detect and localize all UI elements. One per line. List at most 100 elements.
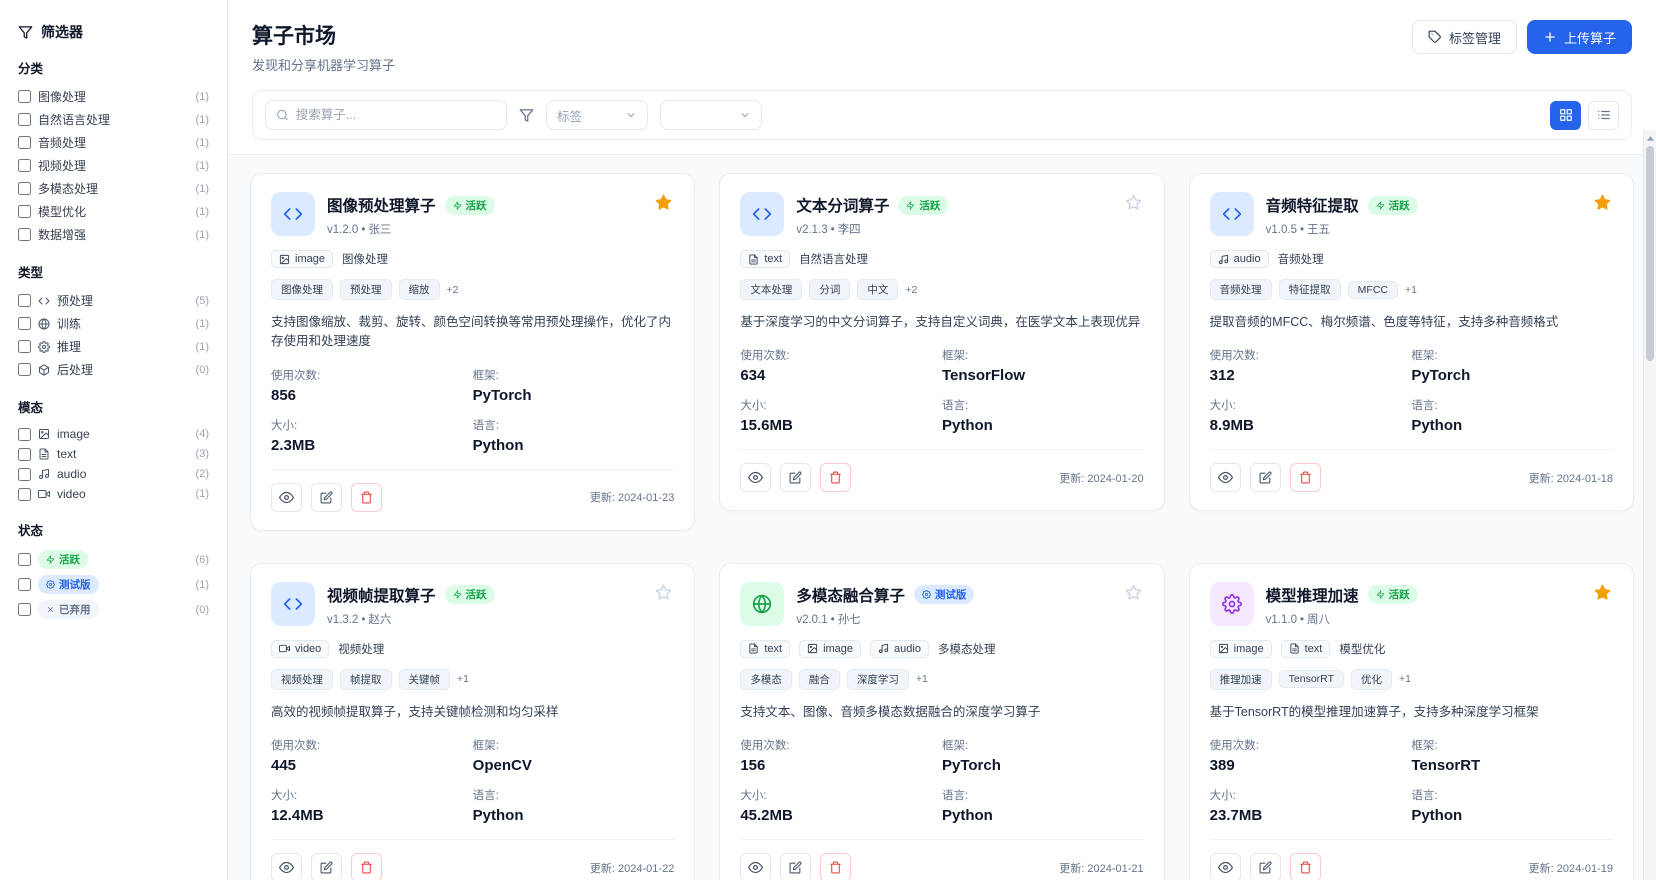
delete-button[interactable] [1290, 853, 1321, 880]
tag-pill[interactable]: 中文 [857, 279, 898, 300]
list-view-button[interactable] [1588, 101, 1619, 130]
filter-item[interactable]: video(1) [18, 484, 209, 504]
filter-item[interactable]: 测试版(1) [18, 572, 209, 597]
filter-item[interactable]: 图像处理(1) [18, 85, 209, 108]
favorite-button[interactable] [653, 192, 674, 216]
tag-pill[interactable]: 音频处理 [1210, 279, 1272, 300]
filter-checkbox[interactable] [18, 603, 31, 616]
filter-checkbox[interactable] [18, 159, 31, 172]
edit-button[interactable] [780, 853, 811, 880]
delete-button[interactable] [820, 463, 851, 492]
tag-pill[interactable]: 深度学习 [847, 669, 909, 690]
filter-item[interactable]: 多模态处理(1) [18, 177, 209, 200]
tag-pill[interactable]: 关键帧 [399, 669, 451, 690]
view-button[interactable] [1210, 463, 1241, 492]
scroll-up-arrow[interactable] [1644, 132, 1656, 144]
delete-button[interactable] [820, 853, 851, 880]
filter-item[interactable]: text(3) [18, 444, 209, 464]
filter-checkbox[interactable] [18, 448, 31, 461]
view-button[interactable] [271, 483, 302, 512]
operator-card: 文本分词算子活跃v2.1.3•李四text自然语言处理文本处理分词中文+2基于深… [719, 173, 1164, 511]
operator-title: 视频帧提取算子 [327, 584, 436, 606]
tag-pill[interactable]: 文本处理 [740, 279, 802, 300]
tag-pill[interactable]: 特征提取 [1279, 279, 1341, 300]
tag-select-label: 标签 [557, 106, 582, 125]
filter-checkbox[interactable] [18, 340, 31, 353]
filter-item[interactable]: 训练(1) [18, 312, 209, 335]
filter-checkbox[interactable] [18, 553, 31, 566]
tag-pill[interactable]: 视频处理 [271, 669, 333, 690]
filter-checkbox[interactable] [18, 428, 31, 441]
filter-item[interactable]: 数据增强(1) [18, 223, 209, 246]
filter-item-label: 图像处理 [38, 88, 86, 105]
secondary-select[interactable] [660, 100, 762, 130]
tag-pill[interactable]: 融合 [799, 669, 840, 690]
filter-item[interactable]: 音频处理(1) [18, 131, 209, 154]
view-button[interactable] [271, 853, 302, 880]
filter-item[interactable]: 模型优化(1) [18, 200, 209, 223]
delete-button[interactable] [351, 483, 382, 512]
filter-checkbox[interactable] [18, 468, 31, 481]
filter-checkbox[interactable] [18, 363, 31, 376]
view-button[interactable] [740, 853, 771, 880]
grid-view-button[interactable] [1550, 101, 1581, 130]
filter-item[interactable]: 已弃用(0) [18, 597, 209, 622]
delete-button[interactable] [1290, 463, 1321, 492]
view-button[interactable] [740, 463, 771, 492]
edit-button[interactable] [1250, 853, 1281, 880]
filter-checkbox[interactable] [18, 136, 31, 149]
filter-item[interactable]: image(4) [18, 424, 209, 444]
filter-section-title: 模态 [18, 397, 209, 416]
edit-button[interactable] [780, 463, 811, 492]
view-button[interactable] [1210, 853, 1241, 880]
tag-pill[interactable]: MFCC [1348, 281, 1398, 299]
filter-checkbox[interactable] [18, 90, 31, 103]
filter-checkbox[interactable] [18, 488, 31, 501]
filter-checkbox[interactable] [18, 182, 31, 195]
favorite-button[interactable] [1123, 582, 1144, 606]
filter-item[interactable]: 视频处理(1) [18, 154, 209, 177]
operator-description: 基于TensorRT的模型推理加速算子，支持多种深度学习框架 [1210, 703, 1613, 722]
edit-button[interactable] [1250, 463, 1281, 492]
tag-pill[interactable]: 优化 [1351, 669, 1392, 690]
tag-select[interactable]: 标签 [546, 100, 648, 130]
scrollbar[interactable] [1643, 130, 1656, 880]
tag-pill[interactable]: 多模态 [740, 669, 792, 690]
filter-item[interactable]: 活跃(6) [18, 547, 209, 572]
tag-pill[interactable]: 分词 [809, 279, 850, 300]
filter-item[interactable]: 后处理(0) [18, 358, 209, 381]
operator-meta: v1.2.0•张三 [327, 221, 641, 237]
tag-pill[interactable]: 预处理 [340, 279, 392, 300]
filter-checkbox[interactable] [18, 578, 31, 591]
filter-item[interactable]: 自然语言处理(1) [18, 108, 209, 131]
filter-item[interactable]: 推理(1) [18, 335, 209, 358]
scrollbar-thumb[interactable] [1646, 146, 1654, 361]
tag-pill[interactable]: 图像处理 [271, 279, 333, 300]
operator-description: 支持图像缩放、裁剪、旋转、颜色空间转换等常用预处理操作，优化了内存使用和处理速度 [271, 313, 674, 352]
filter-checkbox[interactable] [18, 294, 31, 307]
filter-checkbox[interactable] [18, 228, 31, 241]
main-content: 算子市场 发现和分享机器学习算子 标签管理 上传算子 [228, 0, 1656, 880]
filter-item[interactable]: 预处理(5) [18, 289, 209, 312]
text-icon [748, 254, 759, 265]
search-input[interactable] [296, 108, 496, 122]
favorite-button[interactable] [1592, 582, 1613, 606]
tag-manage-button[interactable]: 标签管理 [1412, 20, 1517, 54]
edit-button[interactable] [311, 853, 342, 880]
edit-button[interactable] [311, 483, 342, 512]
favorite-button[interactable] [1592, 192, 1613, 216]
eye-icon [279, 490, 294, 505]
favorite-button[interactable] [1123, 192, 1144, 216]
filter-checkbox[interactable] [18, 317, 31, 330]
upload-operator-button[interactable]: 上传算子 [1527, 20, 1632, 54]
tag-pill[interactable]: 缩放 [399, 279, 440, 300]
tag-pill[interactable]: 帧提取 [340, 669, 392, 690]
tag-pill[interactable]: 推理加速 [1210, 669, 1272, 690]
search-box[interactable] [265, 100, 507, 130]
delete-button[interactable] [351, 853, 382, 880]
filter-checkbox[interactable] [18, 205, 31, 218]
filter-item[interactable]: audio(2) [18, 464, 209, 484]
filter-checkbox[interactable] [18, 113, 31, 126]
favorite-button[interactable] [653, 582, 674, 606]
tag-pill[interactable]: TensorRT [1279, 670, 1344, 688]
